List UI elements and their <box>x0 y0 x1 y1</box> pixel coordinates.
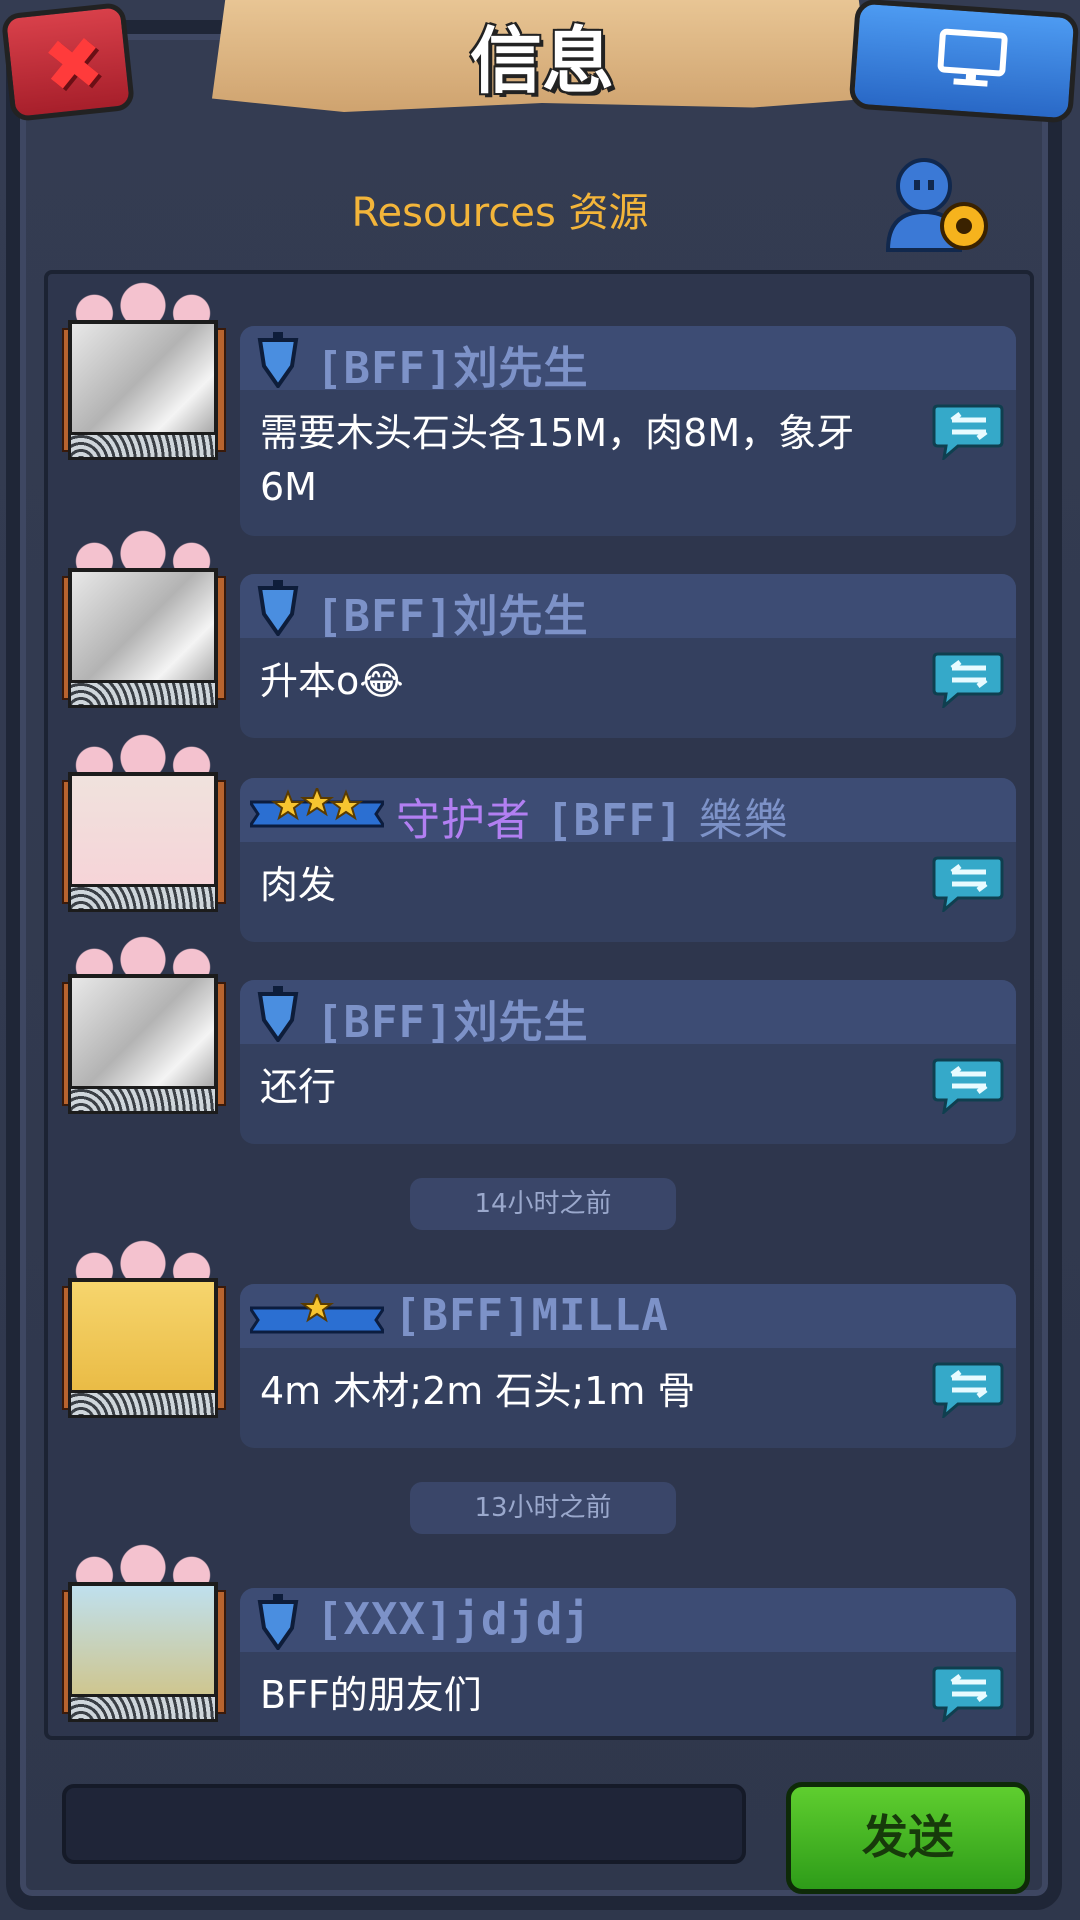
frame-waves <box>68 432 218 460</box>
sender-name[interactable]: [BFF]刘先生 <box>316 986 588 1050</box>
message-text: BFF的朋友们 <box>260 1673 482 1717</box>
sender-name[interactable]: [BFF]刘先生 <box>316 332 588 396</box>
avatar[interactable] <box>62 282 226 470</box>
sender-name[interactable]: [XXX]jdjdj <box>316 1594 591 1645</box>
translate-icon[interactable] <box>932 1056 1004 1114</box>
frame-waves <box>68 1390 218 1418</box>
message-bubble: [BFF]MILLA 4m 木材;2m 石头;1m 骨 <box>240 1284 1016 1448</box>
sender-name[interactable]: [BFF]刘先生 <box>316 580 588 644</box>
message-text: 需要木头石头各15M，肉8M，象牙6M <box>260 411 855 509</box>
monitor-icon <box>937 28 1008 87</box>
timestamp-divider: 14小时之前 <box>410 1178 676 1230</box>
message-bubble: [BFF]刘先生 还行 <box>240 980 1016 1144</box>
translate-icon[interactable] <box>932 1664 1004 1722</box>
sender-tag: [BFF] <box>546 795 684 846</box>
frame-waves <box>68 1694 218 1722</box>
frame-waves <box>68 1086 218 1114</box>
timestamp-divider: 13小时之前 <box>410 1482 676 1534</box>
shield-icon <box>257 332 299 388</box>
screen-button[interactable] <box>848 0 1080 124</box>
sender-name[interactable]: [BFF]MILLA <box>394 1290 669 1341</box>
translate-icon[interactable] <box>932 1360 1004 1418</box>
user-settings-icon <box>885 158 988 252</box>
translate-icon[interactable] <box>932 650 1004 708</box>
avatar[interactable] <box>62 530 226 718</box>
translate-icon[interactable] <box>932 402 1004 460</box>
shield-icon <box>257 986 299 1042</box>
sender-title: 守护者 <box>396 795 531 846</box>
frame-waves <box>68 680 218 708</box>
chat-panel[interactable]: [BFF]刘先生 需要木头石头各15M，肉8M，象牙6M [BFF]刘先生 升本… <box>44 270 1034 1740</box>
message-input[interactable] <box>62 1784 746 1864</box>
message-bubble: [BFF]刘先生 需要木头石头各15M，肉8M，象牙6M <box>240 326 1016 536</box>
avatar[interactable] <box>62 936 226 1124</box>
send-button[interactable]: 发送 <box>786 1782 1030 1894</box>
avatar[interactable] <box>62 1544 226 1732</box>
translate-icon[interactable] <box>932 854 1004 912</box>
message-text: 升本o😂 <box>260 659 404 703</box>
three-star-banner-icon <box>250 788 384 828</box>
frame-waves <box>68 884 218 912</box>
sender-name[interactable]: 守护者 [BFF] 樂樂 <box>396 784 788 848</box>
user-settings-button[interactable] <box>878 150 998 260</box>
shield-icon <box>257 1594 299 1650</box>
channel-label: Resources 资源 <box>351 190 649 236</box>
sender-nickname: 樂樂 <box>698 795 789 846</box>
shield-icon <box>257 580 299 636</box>
avatar[interactable] <box>62 734 226 922</box>
message-bubble: [BFF]刘先生 升本o😂 <box>240 574 1016 738</box>
message-bubble: 守护者 [BFF] 樂樂 肉发 <box>240 778 1016 942</box>
message-text: 还行 <box>260 1065 337 1109</box>
message-text: 肉发 <box>260 863 337 907</box>
message-bubble: [XXX]jdjdj BFF的朋友们 <box>240 1588 1016 1736</box>
message-text: 4m 木材;2m 石头;1m 骨 <box>260 1369 696 1413</box>
close-icon: ✖ <box>39 19 108 110</box>
avatar[interactable] <box>62 1240 226 1428</box>
close-button[interactable]: ✖ <box>0 1 136 123</box>
page-title: 信息 <box>469 19 614 103</box>
one-star-banner-icon <box>250 1294 384 1334</box>
